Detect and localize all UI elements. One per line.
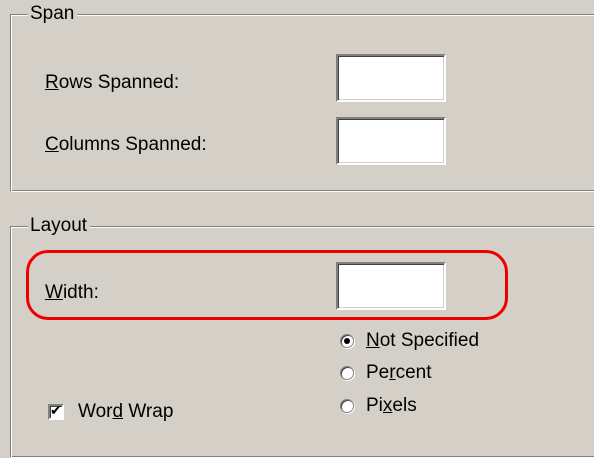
layout-group-title: Layout — [28, 216, 91, 236]
width-mnemonic: W — [45, 282, 63, 303]
radio-percent[interactable]: Percent — [340, 361, 432, 385]
columns-spanned-label-text: olumns Spanned: — [58, 134, 207, 155]
not-specified-label-text: ot Specified — [379, 330, 480, 351]
word-wrap-label-post: Wrap — [123, 401, 174, 422]
pixels-mnemonic: x — [382, 395, 393, 416]
rows-spanned-mnemonic: R — [45, 72, 59, 93]
word-wrap-checkbox-box[interactable]: ✔ — [48, 404, 64, 420]
radio-not-specified-label: Not Specified — [366, 330, 479, 352]
radio-pixels[interactable]: Pixels — [340, 394, 417, 418]
word-wrap-checkbox[interactable]: ✔ Word Wrap — [48, 400, 173, 424]
not-specified-mnemonic: N — [366, 330, 380, 351]
radio-pixels-button[interactable] — [340, 399, 354, 413]
span-groupbox — [10, 14, 594, 192]
width-input[interactable] — [336, 262, 446, 310]
word-wrap-mnemonic: d — [112, 401, 124, 422]
radio-not-specified-button[interactable] — [340, 334, 354, 348]
word-wrap-label: Word Wrap — [78, 401, 173, 423]
radio-percent-label: Percent — [366, 362, 432, 384]
width-label: Width: — [45, 282, 99, 304]
rows-spanned-label-text: ows Spanned: — [58, 72, 180, 93]
span-group-title: Span — [28, 4, 78, 24]
columns-spanned-input[interactable] — [336, 117, 446, 165]
width-label-text: idth: — [62, 282, 99, 303]
columns-spanned-mnemonic: C — [45, 134, 59, 155]
columns-spanned-label: Columns Spanned: — [45, 134, 207, 156]
radio-pixels-label: Pixels — [366, 395, 417, 417]
rows-spanned-input[interactable] — [336, 54, 446, 102]
radio-not-specified[interactable]: Not Specified — [340, 329, 479, 353]
pixels-label-pre: Pi — [366, 395, 383, 416]
percent-label-pre: Pe — [366, 362, 390, 383]
checkmark-icon: ✔ — [50, 403, 62, 419]
pixels-label-post: els — [392, 395, 417, 416]
radio-percent-button[interactable] — [340, 366, 354, 380]
rows-spanned-label: Rows Spanned: — [45, 72, 179, 94]
percent-label-post: cent — [395, 362, 432, 383]
word-wrap-label-pre: Wor — [78, 401, 113, 422]
